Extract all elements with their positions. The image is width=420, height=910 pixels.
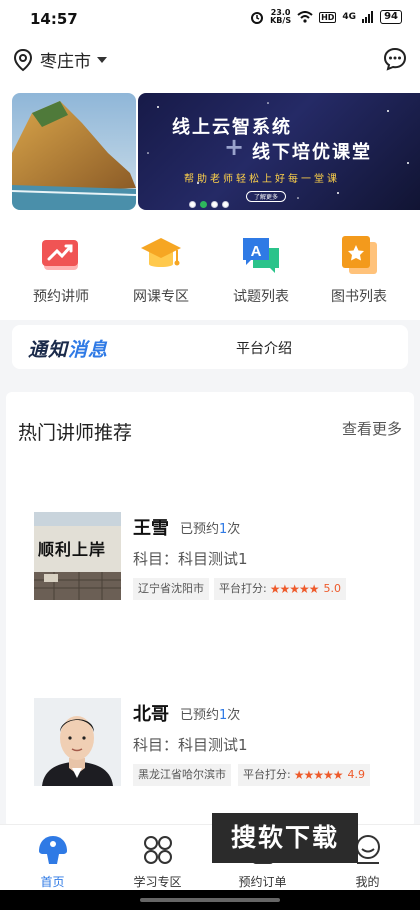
- top-bar: 枣庄市: [0, 36, 420, 86]
- teacher-name: 北哥: [133, 704, 169, 725]
- tab-label: 学习专区: [133, 875, 182, 889]
- banner-subtitle: 帮助老师轻松上好每一堂课: [184, 174, 340, 185]
- city-selector[interactable]: 枣庄市: [12, 47, 107, 72]
- quick-nav: 预约讲师 网课专区 A 试题列表 图书列表: [0, 220, 420, 320]
- carousel-dot-active[interactable]: [200, 201, 207, 208]
- teacher-booked: 已预约1次: [180, 522, 241, 537]
- plus-icon: +: [224, 133, 245, 161]
- trend-chart-icon: [39, 232, 83, 276]
- teacher-booked: 已预约1次: [180, 708, 241, 723]
- notice-logo: 通知消息: [28, 339, 109, 361]
- notice-bar[interactable]: 通知消息 平台介绍: [12, 325, 408, 369]
- tab-label: 我的: [355, 875, 380, 889]
- nav-label: 预约讲师: [33, 289, 89, 305]
- hd-badge: HD: [319, 11, 337, 23]
- grid-shapes-icon: [141, 833, 175, 867]
- carousel-dot[interactable]: [211, 201, 218, 208]
- home-gesture-bar[interactable]: [140, 898, 280, 902]
- status-icons: 23.0 KB/S HD 4G 94: [250, 9, 402, 25]
- tab-label: 预约订单: [238, 875, 287, 889]
- carousel-indicator: [189, 201, 229, 208]
- teacher-score-tag: 平台打分: ★★★★★ 5.0: [214, 578, 347, 600]
- rating-stars-icon: ★★★★★: [293, 768, 344, 782]
- carousel-dot[interactable]: [222, 201, 229, 208]
- teacher-card[interactable]: 顺利上岸 王雪 已预约1次 科目：科目测试1 辽宁省沈阳市 平台打分: ★★★★…: [34, 512, 394, 602]
- city-name: 枣庄市: [40, 52, 91, 72]
- teacher-name: 王雪: [133, 518, 169, 539]
- status-time: 14:57: [30, 10, 78, 28]
- teacher-score: 5.0: [323, 582, 342, 595]
- tab-study[interactable]: 学习专区: [105, 833, 210, 890]
- signal-label: 4G: [342, 12, 357, 22]
- nav-book-list[interactable]: 图书列表: [314, 232, 404, 306]
- nav-label: 试题列表: [233, 289, 289, 305]
- teacher-location-tag: 黑龙江省哈尔滨市: [133, 764, 231, 786]
- teacher-card[interactable]: 北哥 已预约1次 科目：科目测试1 黑龙江省哈尔滨市 平台打分: ★★★★★ 4…: [34, 698, 394, 788]
- wifi-icon: [297, 11, 313, 23]
- teacher-score-tag: 平台打分: ★★★★★ 4.9: [238, 764, 371, 786]
- view-more-link[interactable]: 查看更多: [342, 418, 402, 439]
- message-button[interactable]: [382, 46, 408, 76]
- net-speed: 23.0 KB/S: [270, 8, 292, 25]
- location-pin-icon: [13, 48, 33, 71]
- watermark: 搜软下载: [212, 813, 358, 863]
- alarm-icon: [251, 12, 264, 24]
- nav-book-teacher[interactable]: 预约讲师: [16, 232, 106, 306]
- chat-bubble-icon: [383, 47, 407, 71]
- quiz-chat-icon: A: [239, 232, 283, 276]
- photo-sign-text: 顺利上岸: [38, 540, 107, 559]
- graduation-cap-icon: [139, 232, 183, 276]
- teacher-score: 4.9: [347, 768, 366, 781]
- svg-text:A: A: [251, 243, 262, 260]
- home-indicator: [0, 890, 420, 910]
- teacher-subject: 科目：科目测试1: [133, 736, 248, 754]
- banner-main-slide[interactable]: 线上云智系统 + 线下培优课堂 帮助老师轻松上好每一堂课 了解更多: [138, 93, 420, 210]
- teacher-location-tag: 辽宁省沈阳市: [133, 578, 209, 600]
- banner-learn-more-button[interactable]: 了解更多: [246, 191, 287, 202]
- rating-stars-icon: ★★★★★: [269, 582, 320, 596]
- teacher-subject: 科目：科目测试1: [133, 550, 248, 568]
- section-title: 热门讲师推荐: [18, 422, 133, 444]
- signal-bars-icon: [362, 11, 374, 23]
- banner-title-line2: 线下培优课堂: [252, 142, 372, 163]
- home-mushroom-icon: [36, 833, 70, 867]
- teacher-photo: 顺利上岸: [34, 512, 121, 600]
- status-bar: 14:57 23.0 KB/S HD 4G 94: [0, 0, 420, 36]
- nav-online-course[interactable]: 网课专区: [116, 232, 206, 306]
- caret-down-icon: [97, 56, 107, 63]
- tab-home[interactable]: 首页: [0, 833, 105, 890]
- notice-text[interactable]: 平台介绍: [236, 338, 292, 358]
- nav-label: 图书列表: [331, 289, 387, 305]
- banner-prev-slide[interactable]: [12, 93, 136, 210]
- nav-question-list[interactable]: A 试题列表: [216, 232, 306, 306]
- battery-icon: 94: [380, 10, 402, 24]
- book-star-icon: [337, 232, 381, 276]
- coastal-cliff-image: [12, 93, 136, 210]
- nav-label: 网课专区: [133, 289, 189, 305]
- tab-label: 首页: [40, 875, 65, 889]
- teacher-photo: [34, 698, 121, 786]
- carousel-dot[interactable]: [189, 201, 196, 208]
- hot-teachers-section: 热门讲师推荐 查看更多 顺利上岸 王雪 已预约1次 科目：科目测试1 辽宁省沈阳…: [6, 392, 414, 828]
- banner-carousel[interactable]: 线上云智系统 + 线下培优课堂 帮助老师轻松上好每一堂课 了解更多: [0, 86, 420, 220]
